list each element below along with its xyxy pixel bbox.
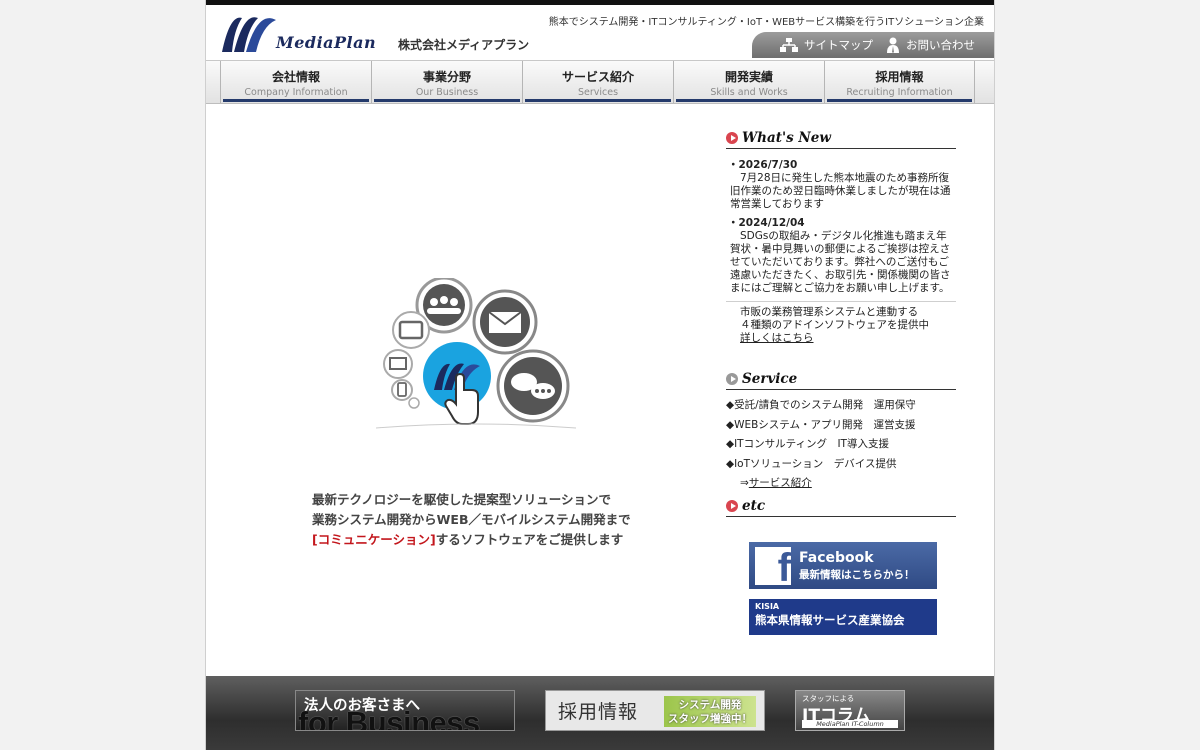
speech-bubbles-icon bbox=[496, 349, 570, 423]
service-link-arrow: ⇒ bbox=[740, 477, 749, 489]
nav-item-business[interactable]: 事業分野 Our Business bbox=[371, 61, 522, 103]
nav-item-company[interactable]: 会社情報 Company Information bbox=[220, 61, 371, 103]
nav-item-recruiting[interactable]: 採用情報 Recruiting Information bbox=[824, 61, 975, 103]
nav-label-en: Services bbox=[577, 87, 619, 98]
hero-message: 最新テクノロジーを駆使した提案型ソリューションで 業務システム開発からWEB／モ… bbox=[312, 490, 631, 550]
page: MediaPlan 株式会社メディアプラン 熊本でシステム開発・ITコンサルティ… bbox=[205, 0, 995, 750]
promo-line-2: ４種類のアドインソフトウェアを提供中 bbox=[740, 319, 929, 331]
hero-line-2: 業務システム開発からWEB／モバイルシステム開発まで bbox=[312, 512, 631, 527]
site-tagline: 熊本でシステム開発・ITコンサルティング・IoT・WEBサービス構築を行うITソ… bbox=[548, 17, 984, 28]
nav-label-en: Company Information bbox=[244, 87, 348, 98]
utility-bar: サイトマップ お問い合わせ bbox=[752, 32, 994, 58]
etc-title: etc bbox=[742, 497, 766, 514]
hero-line-3: [コミュニケーション]するソフトウェアをご提供します bbox=[312, 530, 631, 550]
nav-label-jp: 会社情報 bbox=[271, 70, 320, 84]
nav-label-en: Recruiting Information bbox=[846, 87, 953, 98]
mail-icon bbox=[472, 289, 538, 355]
tablet-icon bbox=[392, 311, 430, 349]
whats-new-heading: What's New bbox=[726, 128, 956, 149]
it-column-banner[interactable]: スタッフによる ITコラム MediaPlan IT-Column bbox=[795, 690, 905, 731]
play-bullet-icon bbox=[726, 132, 738, 144]
service-intro-link[interactable]: サービス紹介 bbox=[749, 477, 812, 489]
etc-heading: etc bbox=[726, 496, 956, 517]
contact-link[interactable]: お問い合わせ bbox=[886, 37, 975, 53]
contact-person-icon bbox=[887, 37, 899, 53]
footer: 法人のお客さまへ for Business 採用情報 システム開発 スタッフ増強… bbox=[206, 676, 994, 750]
hero-line-3-rest: するソフトウェアをご提供します bbox=[435, 532, 624, 547]
sitemap-icon bbox=[780, 38, 798, 52]
kisia-banner[interactable]: KISIA 熊本県情報サービス産業協会 bbox=[749, 599, 937, 635]
nav-label-en: Our Business bbox=[415, 87, 479, 98]
nav-label-jp: 採用情報 bbox=[875, 70, 924, 84]
news-divider bbox=[726, 301, 956, 302]
business-banner-en: for Business bbox=[298, 705, 480, 731]
sidebar: What's New ・2026/7/30 7月28日に発生した熊本地震のため事… bbox=[726, 128, 956, 517]
service-heading: Service bbox=[726, 369, 956, 390]
facebook-title: Facebook bbox=[799, 549, 874, 566]
nav-label-jp: 事業分野 bbox=[422, 70, 471, 84]
monitor-icon bbox=[383, 349, 413, 379]
service-item: ◆IoTソリューション デバイス提供 bbox=[726, 457, 897, 470]
promo-line-1: 市販の業務管理系システムと連動する bbox=[740, 306, 919, 318]
service-list: ◆受託/請負でのシステム開発 運用保守 ◆WEBシステム・アプリ開発 運営支援 … bbox=[726, 396, 956, 494]
news-list: ・2026/7/30 7月28日に発生した熊本地震のため事務所復旧作業のため翌日… bbox=[726, 159, 956, 345]
nav-item-services[interactable]: サービス紹介 Services bbox=[522, 61, 673, 103]
nav-label-en: Skills and Works bbox=[710, 87, 788, 98]
nav-label-jp: 開発実績 bbox=[724, 70, 773, 84]
hero-highlight: [コミュニケーション] bbox=[312, 532, 436, 547]
facebook-logo-icon: f bbox=[755, 546, 791, 585]
recruit-banner-title: 採用情報 bbox=[558, 701, 639, 723]
service-item: ◆受託/請負でのシステム開発 運用保守 bbox=[726, 399, 916, 411]
promo-details-link[interactable]: 詳しくはこちら bbox=[740, 332, 814, 344]
nav-item-works[interactable]: 開発実績 Skills and Works bbox=[673, 61, 824, 103]
logo[interactable]: MediaPlan bbox=[220, 10, 390, 54]
logo-mark-icon bbox=[222, 17, 276, 52]
service-item: ◆ITコンサルティング IT導入支援 bbox=[726, 438, 889, 450]
it-column-subtitle: MediaPlan IT-Column bbox=[802, 720, 898, 728]
nav-label-jp: サービス紹介 bbox=[561, 70, 634, 84]
company-name: 株式会社メディアプラン bbox=[398, 38, 530, 52]
facebook-banner[interactable]: f Facebook 最新情報はこちらから！ bbox=[749, 542, 937, 589]
recruit-banner[interactable]: 採用情報 システム開発 スタッフ増強中！ bbox=[545, 690, 765, 731]
sitemap-link[interactable]: サイトマップ bbox=[780, 37, 873, 53]
play-bullet-icon bbox=[726, 499, 738, 512]
main-nav: 会社情報 Company Information 事業分野 Our Business… bbox=[206, 60, 994, 104]
recruit-badge-line-1: システム開発 bbox=[678, 699, 742, 711]
kisia-name: 熊本県情報サービス産業協会 bbox=[755, 613, 905, 627]
service-item: ◆WEBシステム・アプリ開発 運営支援 bbox=[726, 418, 916, 431]
news-date: ・2026/7/30 bbox=[728, 159, 798, 171]
kisia-abbr: KISIA bbox=[755, 602, 780, 611]
play-bullet-icon bbox=[726, 373, 738, 385]
news-body: 7月28日に発生した熊本地震のため事務所復旧作業のため翌日臨時休業しましたが現在… bbox=[730, 172, 951, 210]
top-bar bbox=[206, 0, 994, 5]
hero-communication-illustration bbox=[376, 278, 576, 429]
sitemap-label: サイトマップ bbox=[804, 38, 873, 52]
logo-wordmark: MediaPlan bbox=[276, 33, 377, 52]
hero-line-1: 最新テクノロジーを駆使した提案型ソリューションで bbox=[312, 492, 612, 507]
service-title: Service bbox=[742, 371, 798, 387]
recruit-badge-line-2: スタッフ増強中！ bbox=[668, 713, 752, 725]
facebook-subtitle: 最新情報はこちらから！ bbox=[799, 568, 915, 581]
contact-label: お問い合わせ bbox=[906, 38, 975, 52]
business-banner[interactable]: 法人のお客さまへ for Business bbox=[295, 690, 515, 731]
news-body: SDGsの取組み・デジタル化推進も踏まえ年賀状・暑中見舞いの郵便によるご挨拶は控… bbox=[730, 230, 951, 294]
phone-icon bbox=[391, 379, 413, 401]
recruit-badge: システム開発 スタッフ増強中！ bbox=[664, 696, 756, 727]
news-date: ・2024/12/04 bbox=[728, 217, 805, 229]
whats-new-title: What's New bbox=[742, 130, 831, 146]
